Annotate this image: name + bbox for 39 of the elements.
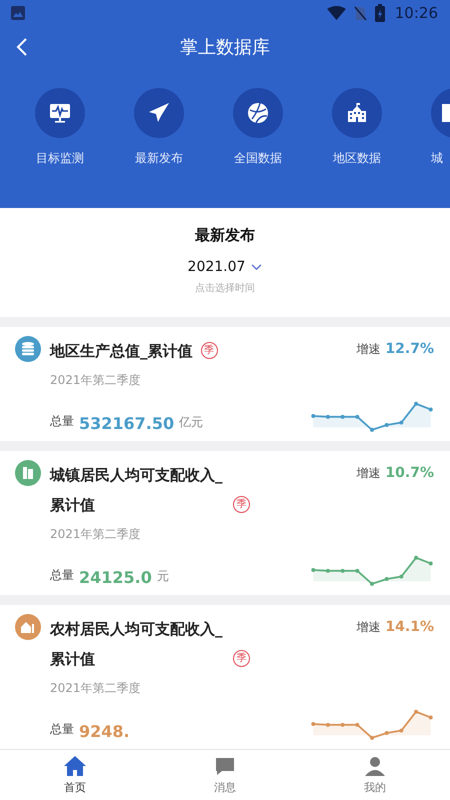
nav-tab[interactable]: 消息 — [150, 750, 300, 800]
growth-value: 12.7% — [385, 341, 434, 357]
growth-label: 增速 — [356, 619, 380, 636]
quarter-badge: 季 — [200, 342, 218, 359]
shortcut-label[interactable]: 全国数据 — [234, 150, 282, 167]
period-text: 2021年第二季度 — [50, 680, 142, 697]
growth-value: 14.1% — [385, 619, 434, 635]
total-value: 9248. — [79, 722, 130, 741]
indicator-title: 城镇居民人均可支配收入_累计值 — [50, 465, 224, 516]
total-label: 总量 — [50, 413, 74, 430]
period-text: 2021年第二季度 — [50, 372, 142, 389]
total-value: 532167.50 — [79, 414, 174, 433]
shortcut-label[interactable]: 最新发布 — [135, 150, 183, 167]
growth-value: 10.7% — [385, 465, 434, 481]
date-hint: 点击选择时间 — [195, 282, 255, 295]
shortcut-label[interactable]: 地区数据 — [333, 150, 381, 167]
total-label: 总量 — [50, 721, 74, 738]
section-title: 最新发布 — [195, 226, 255, 245]
indicator-card[interactable]: 农村居民人均可支配收入_累计值 季 2021年第二季度 增速 14.1% 总量 9248. — [0, 605, 450, 749]
growth-label: 增速 — [356, 341, 380, 358]
total-label: 总量 — [50, 567, 74, 584]
growth-label: 增速 — [356, 465, 380, 482]
date-picker[interactable]: 2021.07 — [188, 259, 262, 275]
unit-text: 亿元 — [179, 414, 204, 431]
indicator-card[interactable]: 地区生产总值_累计值 季 2021年第二季度 增速 12.7% 总量 532167.50 亿元 — [0, 327, 450, 441]
nav-tab[interactable]: 我的 — [300, 750, 450, 800]
unit-text: 元 — [156, 568, 169, 585]
status-time: 10:26 — [394, 4, 438, 22]
quarter-badge: 季 — [233, 650, 250, 667]
shortcut-label[interactable]: 城 — [431, 150, 443, 167]
shortcut-label[interactable]: 目标监测 — [36, 150, 84, 167]
total-value: 24125.0 — [79, 568, 152, 587]
page-title: 掌上数据库 — [180, 36, 270, 59]
quarter-badge: 季 — [233, 496, 250, 513]
indicator-title: 地区生产总值_累计值 — [50, 341, 192, 362]
nav-tab[interactable]: 首页 — [0, 750, 150, 800]
indicator-title: 农村居民人均可支配收入_累计值 — [50, 619, 224, 670]
indicator-card[interactable]: 城镇居民人均可支配收入_累计值 季 2021年第二季度 增速 10.7% 总量 24125.0 元 — [0, 451, 450, 595]
period-text: 2021年第二季度 — [50, 526, 142, 543]
